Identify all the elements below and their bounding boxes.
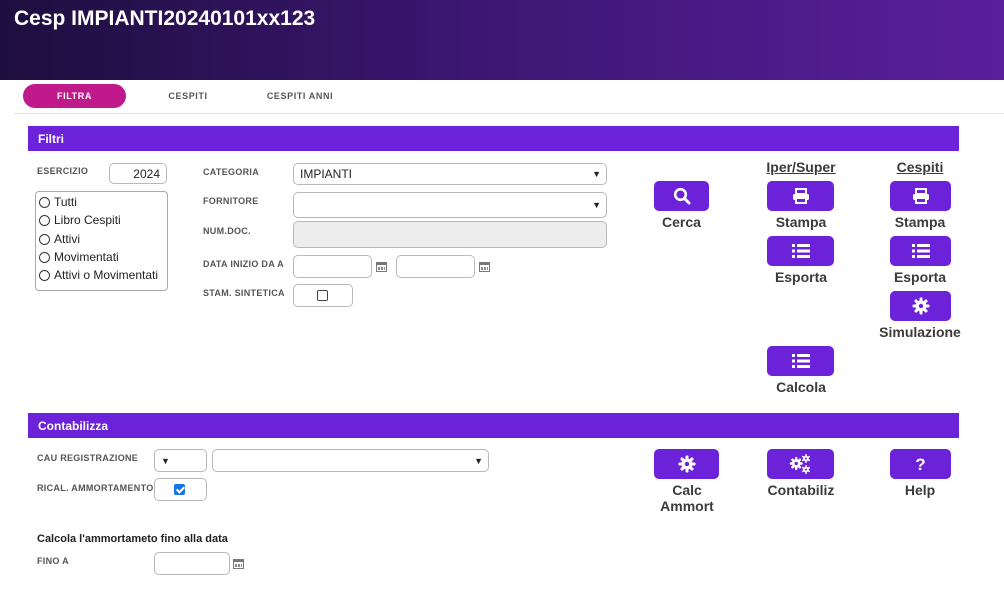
iper-esporta-button[interactable] <box>767 236 834 266</box>
esercizio-input[interactable]: 2024 <box>109 163 167 184</box>
tab-bar: FILTRA CESPITI CESPITI ANNI <box>13 80 1004 114</box>
calendar-icon[interactable] <box>479 262 490 272</box>
radio-circle-icon <box>39 233 50 245</box>
data-a-input[interactable] <box>396 255 475 278</box>
radio-label: Tutti <box>54 195 77 209</box>
tab-cespiti-anni[interactable]: CESPITI ANNI <box>255 84 345 108</box>
app-header: Cesp IMPIANTI20240101xx123 <box>0 0 1004 80</box>
cau-description-select[interactable]: ▼ <box>212 449 489 472</box>
radio-movimentati[interactable]: Movimentati <box>39 250 119 264</box>
fino-a-label: FINO A <box>37 556 69 566</box>
simulazione-button[interactable] <box>890 291 951 321</box>
data-inizio-label: DATA INIZIO DA A <box>203 259 284 269</box>
categoria-select[interactable]: IMPIANTI ▼ <box>293 163 607 185</box>
page-title: Cesp IMPIANTI20240101xx123 <box>14 7 316 30</box>
radio-circle-icon <box>39 214 50 226</box>
numdoc-input[interactable] <box>293 221 607 248</box>
search-icon <box>673 187 690 205</box>
radio-circle-icon <box>39 269 50 281</box>
stam-sintetica-label: STAM. SINTETICA <box>203 288 285 298</box>
calcola-button[interactable] <box>767 346 834 376</box>
calcola-label: Calcola <box>776 379 826 395</box>
chevron-down-icon: ▼ <box>161 455 170 466</box>
radio-circle-icon <box>39 196 50 208</box>
rical-ammortamento-checkbox[interactable] <box>174 484 185 495</box>
calc-ammort-button[interactable] <box>654 449 719 479</box>
calc-ammort-label-line2: Ammort <box>660 498 714 514</box>
help-button[interactable]: ? <box>890 449 951 479</box>
fornitore-select[interactable]: ▼ <box>293 192 607 218</box>
main-panel <box>13 80 1004 589</box>
gears-icon <box>789 454 810 474</box>
chevron-down-icon: ▼ <box>474 455 483 466</box>
list-icon <box>791 354 810 368</box>
printer-icon <box>792 188 809 204</box>
chevron-down-icon: ▼ <box>592 169 601 179</box>
radio-label: Libro Cespiti <box>54 213 121 227</box>
radio-attivi[interactable]: Attivi <box>39 232 80 246</box>
stam-sintetica-field <box>293 284 353 307</box>
iper-super-header[interactable]: Iper/Super <box>758 159 844 175</box>
fino-a-input[interactable] <box>154 552 230 575</box>
help-label: Help <box>904 482 936 498</box>
numdoc-label: NUM.DOC. <box>203 226 251 236</box>
stam-sintetica-checkbox[interactable] <box>317 290 328 301</box>
simulazione-label: Simulazione <box>879 324 961 340</box>
question-icon: ? <box>915 454 926 474</box>
cespiti-esporta-button[interactable] <box>890 236 951 266</box>
gear-icon <box>678 455 695 473</box>
tab-filtra[interactable]: FILTRA <box>23 84 126 108</box>
gear-icon <box>912 297 929 315</box>
list-icon <box>911 244 930 258</box>
printer-icon <box>912 188 929 204</box>
cespiti-stampa-button[interactable] <box>890 181 951 211</box>
calcola-subtitle: Calcola l'ammortameto fino alla data <box>37 533 228 545</box>
radio-libro-cespiti[interactable]: Libro Cespiti <box>39 213 121 227</box>
cespiti-header[interactable]: Cespiti <box>880 159 960 175</box>
filtri-section-header: Filtri <box>28 126 959 151</box>
cerca-button[interactable] <box>654 181 709 211</box>
cespiti-esporta-label: Esporta <box>893 269 947 285</box>
radio-label: Movimentati <box>54 250 119 264</box>
rical-ammortamento-label: RICAL. AMMORTAMENTO <box>37 483 154 493</box>
esercizio-label: ESERCIZIO <box>37 166 89 176</box>
chevron-down-icon: ▼ <box>592 200 601 210</box>
cespiti-stampa-label: Stampa <box>894 214 946 230</box>
calc-ammort-label-line1: Calc <box>672 482 702 498</box>
iper-stampa-label: Stampa <box>775 214 827 230</box>
iper-stampa-button[interactable] <box>767 181 834 211</box>
radio-circle-icon <box>39 251 50 263</box>
list-icon <box>791 244 810 258</box>
tab-cespiti[interactable]: CESPITI <box>153 84 223 108</box>
cerca-label: Cerca <box>662 214 701 230</box>
iper-esporta-label: Esporta <box>774 269 828 285</box>
calendar-icon[interactable] <box>233 559 244 569</box>
cau-code-select[interactable]: ▼ <box>154 449 207 472</box>
rical-ammortamento-field <box>154 478 207 501</box>
radio-attivi-o-movimentati[interactable]: Attivi o Movimentati <box>39 268 158 282</box>
fornitore-label: FORNITORE <box>203 196 259 206</box>
radio-label: Attivi o Movimentati <box>54 268 159 282</box>
contabiliz-label: Contabiliz <box>767 482 835 498</box>
contabilizza-section-header: Contabilizza <box>28 413 959 438</box>
categoria-label: CATEGORIA <box>203 167 260 177</box>
radio-tutti[interactable]: Tutti <box>39 195 77 209</box>
calendar-icon[interactable] <box>376 262 387 272</box>
filter-radio-group: Tutti Libro Cespiti Attivi Movimentati A… <box>35 191 168 291</box>
categoria-value: IMPIANTI <box>300 167 353 181</box>
data-da-input[interactable] <box>293 255 372 278</box>
cau-registrazione-label: CAU REGISTRAZIONE <box>37 453 139 463</box>
radio-label: Attivi <box>54 232 81 246</box>
calc-ammort-label: Calc Ammort <box>644 482 730 514</box>
contabiliz-button[interactable] <box>767 449 834 479</box>
